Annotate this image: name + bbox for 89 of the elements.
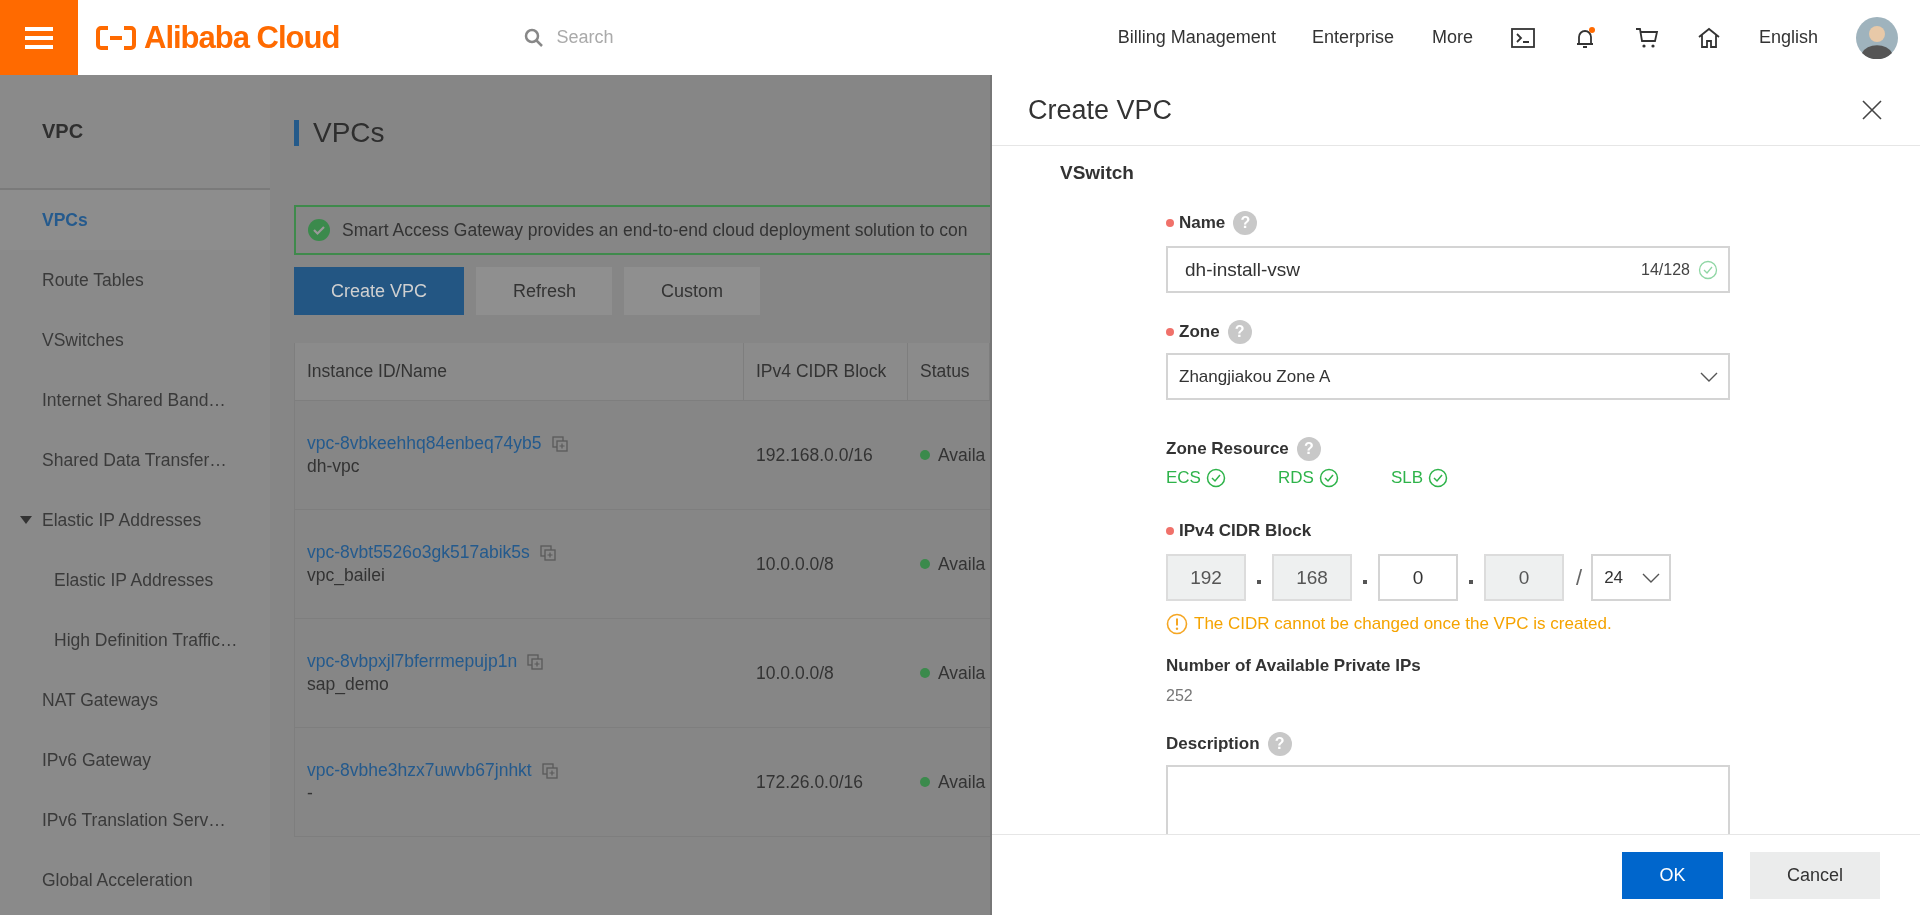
- search-icon: [524, 27, 545, 48]
- sidebar-item[interactable]: Internet Shared Band…: [0, 370, 270, 430]
- sidebar-item-label: Elastic IP Addresses: [42, 509, 202, 531]
- resource-label: SLB: [1390, 468, 1423, 488]
- avatar-icon[interactable]: [1856, 16, 1898, 59]
- title-accent-bar: [294, 119, 299, 146]
- check-circle-icon: [1205, 468, 1226, 488]
- status-dot-icon: [920, 450, 930, 460]
- language-link[interactable]: English: [1758, 27, 1818, 48]
- instance-id-link[interactable]: vpc-8vbkeehhq84enbeq74yb5: [307, 433, 542, 454]
- logo-icon: [96, 25, 136, 50]
- terminal-icon[interactable]: [1510, 27, 1535, 48]
- sidebar-item[interactable]: IPv6 Translation Serv…: [0, 790, 270, 850]
- sidebar-item[interactable]: Global Acceleration: [0, 850, 270, 910]
- close-icon[interactable]: [1862, 100, 1882, 120]
- toolbar-button[interactable]: Create VPC: [294, 267, 464, 315]
- nav-link[interactable]: Enterprise: [1311, 27, 1394, 48]
- sidebar-title: VPC: [42, 120, 84, 143]
- field-value: dh-install-vsw: [1185, 258, 1302, 281]
- menu-button[interactable]: [0, 0, 78, 75]
- sidebar-subitem[interactable]: Elastic IP Addresses: [0, 550, 270, 610]
- field-label: Number of Available Private IPs: [1166, 656, 1421, 676]
- slash-separator: /: [1576, 564, 1583, 591]
- cart-icon[interactable]: [1634, 26, 1659, 49]
- status-dot-icon: [920, 668, 930, 678]
- instance-name: vpc_bailei: [307, 565, 385, 586]
- notice-text: Smart Access Gateway provides an end-to-end cloud deployment solution to con: [342, 219, 968, 241]
- resource-label: ECS: [1166, 468, 1201, 488]
- status-cell: Availa: [938, 771, 986, 793]
- octet-input-field[interactable]: 0: [1378, 554, 1458, 601]
- mask-select[interactable]: 24: [1591, 554, 1672, 601]
- sidebar-item[interactable]: IPv6 Gateway: [0, 730, 270, 790]
- check-circle-icon: [308, 219, 330, 241]
- sidebar-item[interactable]: Route Tables: [0, 250, 270, 310]
- cidr-cell: 192.168.0.0/16: [756, 444, 873, 466]
- nav-link[interactable]: Billing Management: [1117, 27, 1276, 48]
- cidr-cell: 10.0.0.0/8: [756, 662, 834, 684]
- check-circle-icon: [1428, 468, 1448, 488]
- toolbar-button[interactable]: Custom: [624, 267, 760, 315]
- character-counter: 14/128: [1641, 260, 1690, 279]
- check-circle-icon: [1318, 468, 1339, 488]
- section-title: VSwitch: [1060, 162, 1135, 184]
- nav-link[interactable]: More: [1431, 27, 1473, 48]
- toolbar-button[interactable]: Refresh: [476, 267, 612, 315]
- field-label: Description: [1166, 734, 1260, 754]
- home-icon[interactable]: [1696, 26, 1721, 49]
- resource-label: RDS: [1277, 468, 1314, 488]
- column-header: IPv4 CIDR Block: [744, 343, 908, 400]
- dot-separator-icon: [1363, 579, 1367, 584]
- dot-separator-icon: [1257, 579, 1261, 584]
- chevron-down-icon: [1642, 572, 1661, 583]
- private-ip-count: 252: [1166, 687, 1194, 705]
- menu-icon: [25, 26, 53, 49]
- status-cell: Availa: [938, 662, 986, 684]
- status-dot-icon: [920, 777, 930, 787]
- sidebar-item[interactable]: VSwitches: [0, 310, 270, 370]
- instance-id-link[interactable]: vpc-8vbhe3hzx7uwvb67jnhkt: [307, 760, 532, 781]
- status-cell: Availa: [938, 553, 986, 575]
- sidebar-item[interactable]: NAT Gateways: [0, 670, 270, 730]
- instance-name: sap_demo: [307, 674, 389, 695]
- field-label: Name: [1179, 213, 1226, 233]
- caret-icon: [20, 516, 32, 524]
- sidebar-item[interactable]: Shared Data Transfer…: [0, 430, 270, 490]
- status-cell: Availa: [938, 444, 986, 466]
- footer-button[interactable]: Cancel: [1750, 851, 1880, 899]
- sidebar-subitem[interactable]: High Definition Traffic…: [0, 610, 270, 670]
- warning-icon: [1166, 613, 1188, 635]
- logo-text[interactable]: Alibaba Cloud: [144, 19, 340, 56]
- sidebar-item[interactable]: Elastic IP Addresses: [0, 490, 270, 550]
- description-field[interactable]: [1166, 765, 1730, 834]
- instance-id-link[interactable]: vpc-8vbt5526o3gk517abik5s: [307, 542, 530, 563]
- instance-name: -: [307, 783, 313, 804]
- zone-select[interactable]: Zhangjiakou Zone A: [1166, 353, 1730, 400]
- warning-text: The CIDR cannot be changed once the VPC is created.: [1194, 614, 1612, 634]
- dot-separator-icon: [1469, 579, 1473, 584]
- drawer-title: Create VPC: [1028, 94, 1173, 126]
- name-input-field[interactable]: dh-install-vsw 14/128: [1166, 246, 1730, 293]
- footer-button[interactable]: OK: [1622, 851, 1723, 899]
- cidr-cell: 172.26.0.0/16: [756, 771, 864, 793]
- instance-name: dh-vpc: [307, 456, 360, 477]
- page-title: VPCs: [313, 116, 385, 149]
- field-label: IPv4 CIDR Block: [1179, 521, 1312, 541]
- chevron-down-icon: [1700, 371, 1718, 382]
- field-label: Zone Resource: [1166, 439, 1289, 459]
- status-dot-icon: [920, 559, 930, 569]
- cidr-cell: 10.0.0.0/8: [756, 553, 834, 575]
- field-label: Zone: [1179, 322, 1220, 342]
- instance-id-link[interactable]: vpc-8vbpxjl7bferrmepujp1n: [307, 651, 518, 672]
- column-header: Instance ID/Name: [295, 343, 744, 400]
